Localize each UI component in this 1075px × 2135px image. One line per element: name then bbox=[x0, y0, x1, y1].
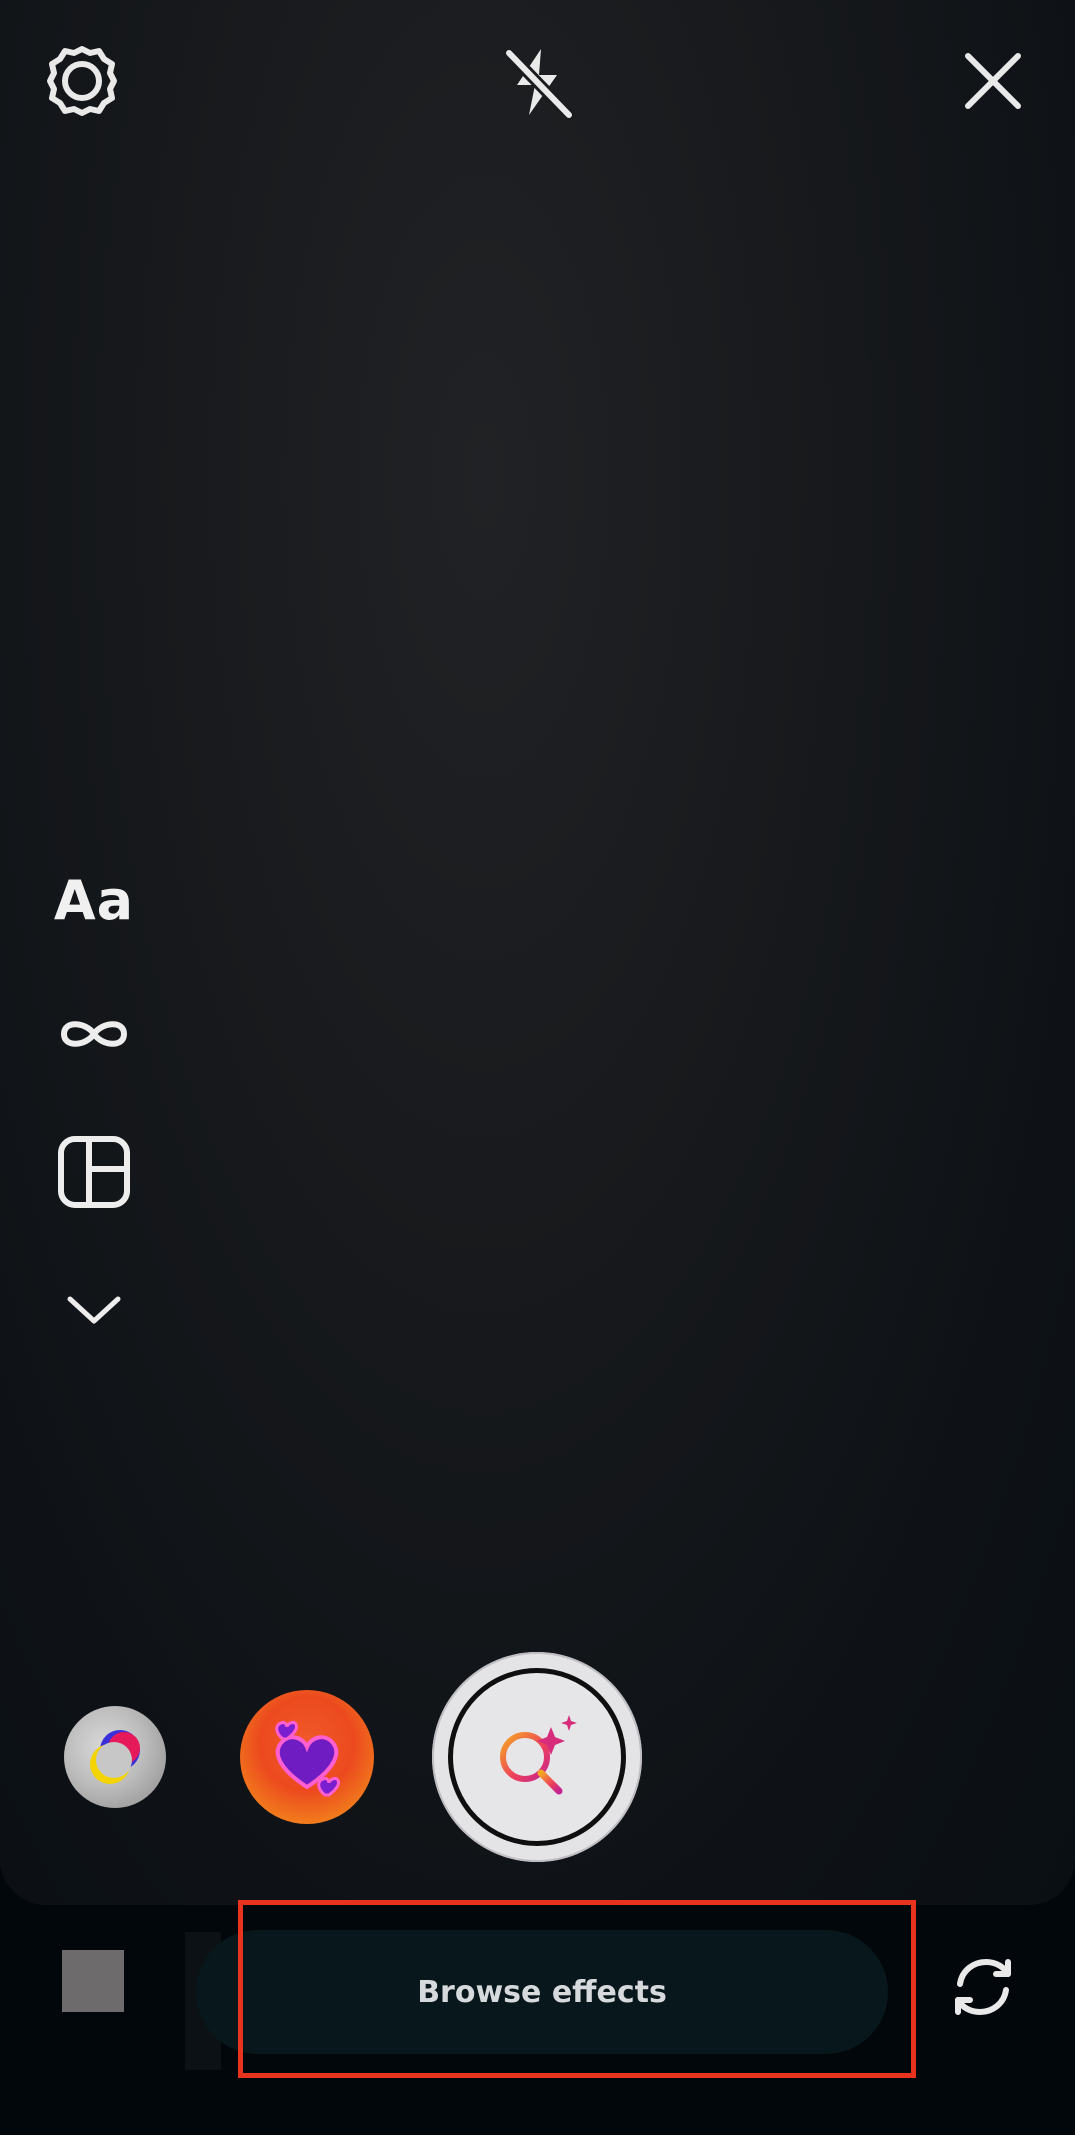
close-button[interactable] bbox=[948, 36, 1038, 126]
gear-icon bbox=[47, 46, 117, 116]
capture-button[interactable] bbox=[432, 1652, 642, 1862]
capture-button-inner bbox=[448, 1668, 626, 1846]
flash-off-icon bbox=[503, 47, 575, 121]
infinity-icon bbox=[61, 1021, 127, 1047]
text-tool-button[interactable]: Aa bbox=[44, 858, 144, 942]
camera-screen: Aa Browse effects bbox=[0, 0, 1075, 2135]
boomerang-tool-button[interactable] bbox=[44, 1000, 144, 1068]
gallery-thumbnail[interactable] bbox=[62, 1950, 124, 2012]
layout-grid-icon bbox=[58, 1136, 130, 1208]
chevron-down-icon bbox=[67, 1296, 121, 1324]
flip-camera-button[interactable] bbox=[946, 1950, 1020, 2024]
hearts-icon bbox=[275, 1721, 341, 1797]
color-effect-button[interactable] bbox=[64, 1706, 166, 1808]
flip-camera-icon bbox=[955, 1958, 1011, 2016]
settings-button[interactable] bbox=[34, 36, 130, 126]
more-tools-button[interactable] bbox=[44, 1280, 144, 1340]
flash-toggle-button[interactable] bbox=[486, 30, 590, 134]
search-sparkle-icon bbox=[500, 1715, 577, 1795]
layout-tool-button[interactable] bbox=[44, 1130, 144, 1214]
hearts-effect-button[interactable] bbox=[240, 1690, 374, 1824]
camera-viewfinder[interactable]: Aa bbox=[0, 0, 1075, 1905]
close-icon bbox=[965, 53, 1021, 109]
color-orb-icon bbox=[90, 1730, 140, 1784]
browse-effects-button[interactable]: Browse effects bbox=[196, 1930, 888, 2054]
text-icon: Aa bbox=[53, 868, 135, 932]
browse-effects-label: Browse effects bbox=[417, 1974, 667, 2010]
